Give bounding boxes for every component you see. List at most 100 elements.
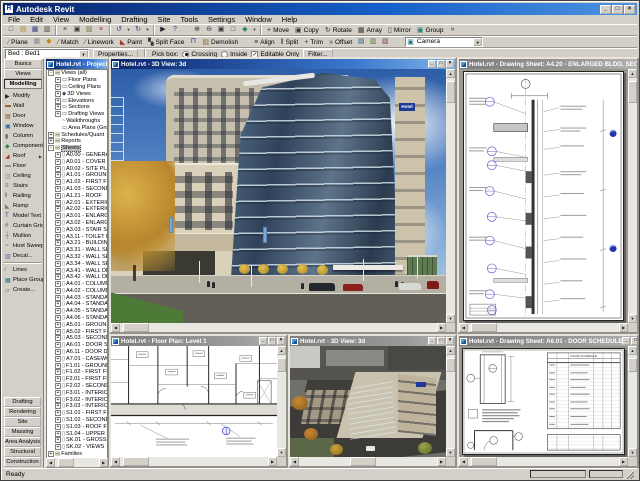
project-browser-hscrollbar[interactable]: ◀▶ — [46, 458, 108, 467]
extend-icon[interactable]: ▤ — [355, 37, 367, 47]
tree-item[interactable]: +▯A3.31 - WALL SEC — [47, 247, 107, 254]
dynamic-view-icon[interactable]: ◆ — [239, 25, 251, 35]
main-3d-close-icon[interactable]: × — [446, 60, 454, 68]
close-button[interactable]: × — [624, 5, 635, 14]
tree-item[interactable]: +▯A4.01 - COLUMN A — [47, 281, 107, 288]
tree-item[interactable]: +▯A3.03 - STAIR SEC — [47, 226, 107, 233]
aerial-3d-vscrollbar[interactable]: ▲▼ — [446, 346, 455, 457]
tree-expand-icon[interactable]: + — [55, 417, 61, 423]
tree-item[interactable]: +▯A4.06 - STANDAR — [47, 315, 107, 322]
aerial-3d-title-bar[interactable]: Hotel.rvt - 3D View: 3d _ □ × — [290, 336, 455, 346]
sidebar-tab-massing[interactable]: Massing — [4, 427, 41, 437]
tree-expand-icon[interactable]: + — [48, 132, 54, 138]
mirror-button[interactable]: ▯Mirror — [385, 25, 414, 36]
tree-item[interactable]: +▯S1.04 - UPPER RO — [47, 430, 107, 437]
menu-item-view[interactable]: View — [48, 15, 74, 24]
tree-item[interactable]: +▯A1.03 - SECOND — [47, 186, 107, 193]
tree-item[interactable]: +▯A0.00 - GENERAL — [47, 152, 107, 159]
tree-item[interactable]: +▯A4.03 - STANDAR — [47, 294, 107, 301]
tree-item[interactable]: +▯A5.03 - SECOND F — [47, 335, 107, 342]
menu-item-settings[interactable]: Settings — [203, 15, 240, 24]
tree-expand-icon[interactable]: + — [55, 247, 61, 253]
tool-model-text[interactable]: TModel Text — [3, 211, 43, 221]
tree-item[interactable]: +▤Schedules/Quant — [47, 131, 107, 138]
tree-item[interactable]: +▯S1.01 - FIRST FLO — [47, 410, 107, 417]
tool-wall[interactable]: ▬Wall — [3, 101, 43, 111]
tool-column[interactable]: ▮Column — [3, 131, 43, 141]
section-sheet-hscrollbar[interactable]: ◀▶ — [459, 323, 628, 332]
tree-item[interactable]: +▤Families — [47, 451, 107, 458]
plane-button[interactable]: ∕Plane — [5, 37, 31, 48]
tool-door[interactable]: ▤Door — [3, 111, 43, 121]
tree-expand-icon[interactable]: + — [55, 274, 61, 280]
floor-plan-title-bar[interactable]: Hotel.rvt - Floor Plan: Level 1 _ □ × — [111, 336, 286, 346]
app-title-bar[interactable]: R Autodesk Revit _ □ × — [3, 3, 637, 15]
tree-expand-icon[interactable]: + — [55, 322, 61, 328]
tree-expand-icon[interactable]: + — [55, 240, 61, 246]
menu-item-drafting[interactable]: Drafting — [116, 15, 152, 24]
door-schedule-hscrollbar[interactable]: ◀▶ — [459, 457, 628, 466]
tree-item[interactable]: +▯A3.02 - ENLARGE — [47, 220, 107, 227]
tree-item[interactable]: +▯SK.01 - GROSS BU — [47, 437, 107, 444]
camera-drop-icon[interactable]: ▼ — [473, 38, 482, 46]
tree-item[interactable]: +▯A3.11 - TOILET PL — [47, 233, 107, 240]
sidebar-tab-construction[interactable]: Construction — [4, 457, 41, 467]
tree-expand-icon[interactable]: + — [55, 206, 61, 212]
tree-expand-icon[interactable]: + — [55, 166, 61, 172]
tree-expand-icon[interactable]: + — [55, 410, 61, 416]
zoom-out-icon[interactable]: ⊖ — [203, 25, 215, 35]
tool-window[interactable]: ▣Window — [3, 121, 43, 131]
tree-item[interactable]: +▯A1.21 - ROOF — [47, 192, 107, 199]
split-button[interactable]: ‖Split — [278, 37, 302, 48]
tree-item[interactable]: +▯A4.05 - STANDAR — [47, 308, 107, 315]
tree-expand-icon[interactable]: + — [55, 335, 61, 341]
tree-expand-icon[interactable]: - — [48, 145, 54, 151]
sidebar-tab-drafting[interactable]: Drafting — [4, 397, 41, 407]
tree-expand-icon[interactable]: + — [55, 403, 61, 409]
overflow-chevron-icon[interactable]: » — [447, 25, 459, 35]
main-3d-viewport[interactable]: Hotel — [111, 69, 446, 323]
tool-stairs[interactable]: ≡Stairs — [3, 181, 43, 191]
tree-item[interactable]: +▯A0.02 - SITE PLAN — [47, 165, 107, 172]
tree-expand-icon[interactable]: + — [55, 356, 61, 362]
tree-item[interactable]: -▤Sheets — [47, 145, 107, 152]
door-schedule-vscrollbar[interactable]: ▲▼ — [628, 346, 637, 457]
tree-expand-icon[interactable]: + — [55, 84, 61, 90]
menu-item-site[interactable]: Site — [153, 15, 176, 24]
offset-button[interactable]: »Offset — [326, 37, 355, 48]
tree-item[interactable]: +▯A2.02 - EXTERIOR — [47, 206, 107, 213]
paste-icon[interactable]: ▨ — [83, 25, 95, 35]
tool-component[interactable]: ◆Component — [3, 141, 43, 151]
cut-icon[interactable]: × — [59, 25, 71, 35]
section-sheet-vscrollbar[interactable]: ▲▼ — [628, 69, 637, 323]
tree-expand-icon[interactable]: + — [55, 444, 61, 450]
menu-item-help[interactable]: Help — [277, 15, 302, 24]
tree-expand-icon[interactable]: + — [55, 152, 61, 158]
tree-item[interactable]: +▯F2.01 - FIRST FLO — [47, 376, 107, 383]
tree-item[interactable]: +▯A3.41 - WALL DET — [47, 267, 107, 274]
tree-item[interactable]: +▭Ceiling Plans — [47, 84, 107, 91]
tree-expand-icon[interactable]: + — [55, 98, 61, 104]
tree-item[interactable]: +▯A3.42 - WALL DET — [47, 274, 107, 281]
menu-item-file[interactable]: File — [3, 15, 25, 24]
sidebar-tab-views[interactable]: Views — [4, 69, 42, 79]
aerial-3d-maximize-icon[interactable]: □ — [437, 337, 445, 345]
project-browser-title-bar[interactable]: Hotel.rvt - Project b... × — [46, 59, 108, 69]
tool-lines[interactable]: ∕Lines — [3, 265, 43, 275]
tree-expand-icon[interactable]: + — [55, 329, 61, 335]
menu-item-window[interactable]: Window — [240, 15, 277, 24]
demolish-button[interactable]: ▨Demolish — [199, 37, 241, 48]
resize-grip[interactable] — [625, 470, 634, 479]
tree-item[interactable]: +▯F1.01 - GROUND F — [47, 362, 107, 369]
tree-expand-icon[interactable]: + — [55, 234, 61, 240]
aerial-3d-close-icon[interactable]: × — [446, 337, 454, 345]
tree-expand-icon[interactable]: + — [55, 424, 61, 430]
tree-item[interactable]: ~Walkthroughs — [47, 118, 107, 125]
zoom-in-icon[interactable]: ⊕ — [191, 25, 203, 35]
pi-icon[interactable]: Π — [187, 37, 199, 47]
reference-plane-icon[interactable]: ◆ — [43, 37, 55, 47]
align-button[interactable]: ≡Align — [251, 37, 278, 48]
tree-item[interactable]: +▯A2.01 - EXTERIOR — [47, 199, 107, 206]
main-3d-hscrollbar[interactable]: ◀▶ — [111, 323, 446, 332]
tool-host-sweep[interactable]: ~Host Sweep▶ — [3, 241, 43, 251]
